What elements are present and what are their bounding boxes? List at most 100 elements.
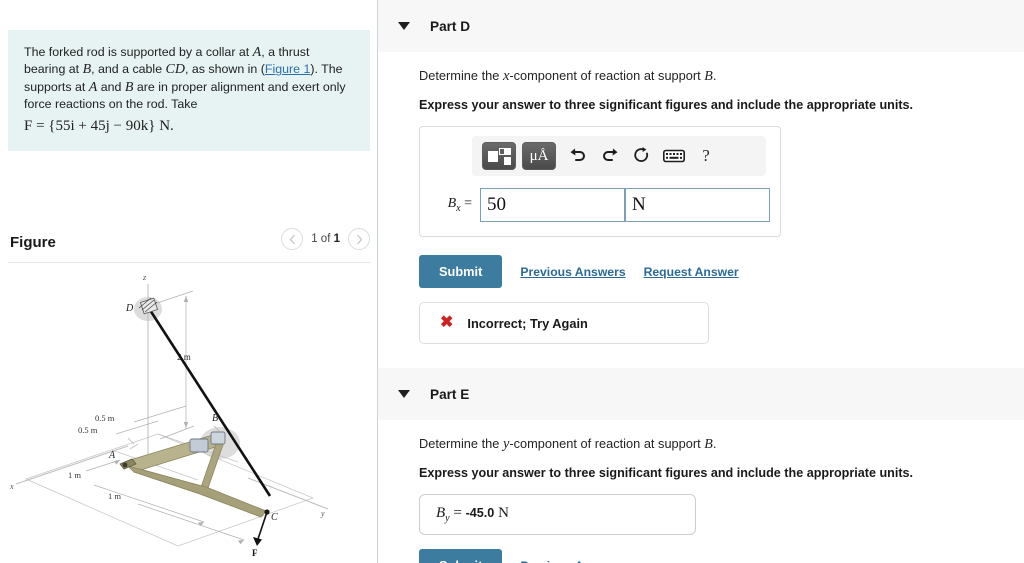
page-root: The forked rod is supported by a collar …	[0, 0, 1024, 563]
part-d-body: Determine the x -component of reaction at…	[378, 52, 1024, 344]
keyboard-button[interactable]	[658, 142, 690, 170]
math-template-icon	[488, 147, 511, 165]
part-e-prompt-seg1: Determine the	[419, 436, 503, 451]
part-d-equals: =	[464, 196, 472, 212]
point-a-label: A	[108, 450, 116, 461]
right-panel: Part D Determine the x -component of reac…	[378, 0, 1024, 563]
figure-diagram[interactable]: z x y 2 m D A B C F 0.5 m 0.5 m 1 m 1 m	[8, 266, 370, 558]
label-cd: CD	[165, 62, 185, 78]
problem-text-seg-4: , as shown in (	[184, 62, 265, 77]
part-d-header[interactable]: Part D	[378, 0, 1024, 52]
figure-counter-total: 1	[333, 233, 340, 245]
part-e-answer-box[interactable]: By = -45.0 N	[419, 494, 696, 535]
part-d-value-text: 50	[487, 194, 506, 215]
redo-button[interactable]	[594, 142, 626, 170]
units-button[interactable]: μÅ	[522, 142, 556, 170]
redo-arrow-icon	[603, 148, 618, 161]
part-e-var-sub: y	[445, 513, 450, 524]
part-e-prompt-support: B	[704, 437, 713, 452]
part-e-equals: =	[453, 505, 462, 521]
part-d-instruction: Express your answer to three significant…	[419, 98, 914, 112]
point-d-label: D	[125, 303, 134, 314]
part-d-button-row: Submit Previous Answers Request Answer	[419, 255, 1024, 288]
part-e-instruction: Express your answer to three significant…	[419, 466, 914, 480]
problem-text-seg-3: , and a cable	[91, 62, 166, 77]
part-d-request-answer-link[interactable]: Request Answer	[644, 265, 739, 279]
keyboard-icon	[663, 149, 685, 163]
left-panel: The forked rod is supported by a collar …	[0, 0, 378, 563]
part-e-header[interactable]: Part E	[378, 368, 1024, 420]
part-d-prompt-seg3: .	[712, 68, 717, 83]
dim-arrow-1m-b	[198, 522, 204, 527]
figure-title: Figure	[10, 234, 56, 251]
part-d-units-input[interactable]: N	[625, 188, 770, 222]
figure-1-link[interactable]: Figure 1	[265, 62, 310, 76]
reset-button[interactable]	[626, 142, 658, 170]
force-label: F	[252, 548, 258, 556]
part-d-units-text: N	[632, 194, 646, 215]
part-d-prompt-support: B	[704, 69, 713, 84]
part-d-title: Part D	[430, 18, 471, 34]
force-arrow-head	[253, 537, 262, 546]
part-e-previous-answers-link[interactable]: Previous Answers	[520, 559, 625, 563]
help-button[interactable]: ?	[690, 142, 722, 170]
figure-navigation: 1 of 1	[281, 228, 370, 250]
x-axis-label: x	[9, 482, 14, 491]
chevron-right-icon	[356, 234, 362, 244]
part-d-submit-button[interactable]: Submit	[419, 255, 503, 288]
problem-text-seg-1: The forked rod is supported by a collar …	[24, 45, 253, 59]
figure-prev-button[interactable]	[281, 228, 304, 250]
part-e-prompt: Determine the y-component of reaction at…	[419, 436, 1024, 453]
part-e-value: -45.0	[465, 506, 495, 520]
reset-circle-icon	[634, 147, 649, 162]
undo-arrow-icon	[570, 148, 585, 161]
problem-statement-box: The forked rod is supported by a collar …	[8, 30, 370, 152]
forked-rod-diagram-svg: z x y 2 m D A B C F 0.5 m 0.5 m 1 m 1 m	[9, 273, 329, 558]
part-e-answer-text: By = -45.0 N	[436, 505, 509, 524]
force-formula: F = {55i + 45j − 90k} N.	[24, 117, 174, 134]
point-c-label: C	[271, 512, 278, 523]
label-b-1: B	[82, 62, 92, 78]
part-d-previous-answers-link[interactable]: Previous Answers	[520, 265, 625, 279]
problem-text-seg-7: and	[97, 79, 125, 94]
dim-label-1m-lower: 1 m	[108, 491, 121, 501]
dim-label-05m-lower: 0.5 m	[78, 425, 98, 435]
dimension-05m-lower-lines	[115, 420, 159, 445]
part-d-answer-row: Bx = 50 N	[430, 188, 770, 222]
part-e-prompt-seg3: .	[712, 436, 717, 451]
math-template-button[interactable]	[482, 142, 516, 170]
part-d-answer-label: Bx =	[434, 196, 472, 214]
y-axis-label: y	[320, 509, 325, 518]
x-mark-icon: ✖	[440, 314, 454, 331]
part-d-var: B	[447, 196, 457, 212]
part-e-prompt-seg2: -component of reaction at support	[509, 436, 705, 451]
z-axis-label: z	[142, 273, 147, 282]
dim-label-1m-upper: 1 m	[68, 470, 81, 480]
label-a-1: A	[252, 45, 262, 60]
units-icon: μÅ	[529, 147, 549, 164]
part-e-var: B	[436, 505, 446, 521]
dim-arrow-down	[183, 422, 189, 428]
undo-button[interactable]	[562, 142, 594, 170]
part-e-title: Part E	[430, 386, 470, 402]
part-d-prompt: Determine the x-component of reaction at…	[419, 68, 1024, 85]
part-e-units: N	[498, 505, 509, 521]
dim-arrow-up	[183, 296, 189, 302]
part-d-math-toolbar: μÅ ?	[472, 136, 766, 176]
part-d-prompt-seg2: -component of reaction at support	[509, 68, 705, 83]
part-d-answer-widget: μÅ ? Bx = 50 N	[419, 126, 781, 237]
figure-header: Figure 1 of 1	[8, 228, 370, 262]
problem-text-seg-5: ).	[310, 62, 318, 77]
part-d-value-input[interactable]: 50	[480, 188, 625, 222]
dim-label-05m-upper: 0.5 m	[95, 413, 115, 423]
part-d-feedback-box: ✖ Incorrect; Try Again	[419, 302, 709, 344]
help-question-icon: ?	[702, 146, 710, 165]
figure-divider	[8, 262, 370, 263]
figure-next-button[interactable]	[348, 228, 370, 250]
problem-statement-text: The forked rod is supported by a collar …	[24, 44, 354, 135]
triangle-down-icon-e[interactable]	[398, 390, 410, 398]
part-e-body: Determine the y -component of reaction at…	[378, 420, 1024, 563]
triangle-down-icon[interactable]	[398, 22, 410, 30]
part-d-prompt-seg1: Determine the	[419, 68, 503, 83]
part-e-submit-button[interactable]: Submit	[419, 549, 503, 563]
